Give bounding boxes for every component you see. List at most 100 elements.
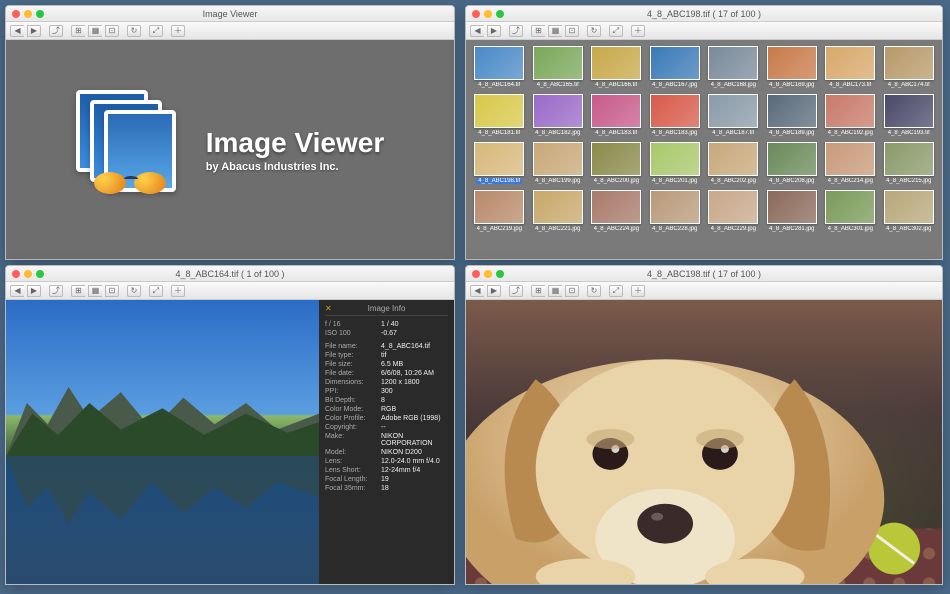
thumbnail-label: 4_8_ABC173.tif: [829, 82, 871, 88]
toolbar-button[interactable]: ▦: [548, 285, 562, 297]
thumbnail[interactable]: 4_8_ABC165.tif: [531, 46, 586, 88]
info-row: Lens:12.0-24.0 mm f/4.0: [325, 457, 448, 466]
thumbnail[interactable]: 4_8_ABC281.jpg: [765, 190, 820, 232]
toolbar-button[interactable]: ◀: [10, 285, 24, 297]
minimize-icon[interactable]: [24, 270, 32, 278]
toolbar-button[interactable]: ↻: [587, 285, 601, 297]
toolbar-button[interactable]: ⊡: [105, 285, 119, 297]
thumbnail[interactable]: 4_8_ABC169.jpg: [765, 46, 820, 88]
toolbar-button[interactable]: ▦: [88, 285, 102, 297]
thumbnail[interactable]: 4_8_ABC167.jpg: [648, 46, 703, 88]
thumbnail[interactable]: 4_8_ABC168.jpg: [706, 46, 761, 88]
thumbnail[interactable]: 4_8_ABC182.jpg: [531, 94, 586, 136]
minimize-icon[interactable]: [484, 10, 492, 18]
toolbar-button[interactable]: ▦: [88, 25, 102, 37]
toolbar-button[interactable]: ↻: [127, 285, 141, 297]
thumbnail[interactable]: 4_8_ABC164.tif: [472, 46, 527, 88]
toolbar-button[interactable]: ▶: [487, 285, 501, 297]
thumbnail-image: [591, 142, 641, 176]
info-row: Focal 35mm:18: [325, 484, 448, 493]
titlebar[interactable]: 4_8_ABC198.tif ( 17 of 100 ): [466, 266, 942, 282]
thumbnail[interactable]: 4_8_ABC201.jpg: [648, 142, 703, 184]
toolbar-button[interactable]: ⤢: [609, 25, 623, 37]
thumbnail[interactable]: 4_8_ABC215.jpg: [882, 142, 937, 184]
toolbar-button[interactable]: ▶: [487, 25, 501, 37]
toolbar-button[interactable]: ＋: [631, 285, 645, 297]
thumbnail[interactable]: 4_8_ABC181.tif: [472, 94, 527, 136]
toolbar-button[interactable]: ▶: [27, 285, 41, 297]
toolbar-button[interactable]: ▦: [548, 25, 562, 37]
thumbnail[interactable]: 4_8_ABC192.jpg: [823, 94, 878, 136]
thumbnail[interactable]: 4_8_ABC224.jpg: [589, 190, 644, 232]
close-icon[interactable]: [472, 10, 480, 18]
info-close-icon[interactable]: ✕: [325, 304, 332, 313]
thumbnail[interactable]: 4_8_ABC301.jpg: [823, 190, 878, 232]
thumbnail[interactable]: 4_8_ABC208.jpg: [765, 142, 820, 184]
toolbar-button[interactable]: ◀: [470, 285, 484, 297]
thumbnail-image: [884, 190, 934, 224]
minimize-icon[interactable]: [484, 270, 492, 278]
toolbar-button[interactable]: ⤢: [149, 25, 163, 37]
thumbnail[interactable]: 4_8_ABC189.jpg: [765, 94, 820, 136]
titlebar[interactable]: 4_8_ABC164.tif ( 1 of 100 ): [6, 266, 454, 282]
thumbnail[interactable]: 4_8_ABC229.jpg: [706, 190, 761, 232]
image-viewport[interactable]: [6, 300, 319, 584]
info-key: Make:: [325, 433, 381, 447]
thumbnail[interactable]: 4_8_ABC200.jpg: [589, 142, 644, 184]
thumbnail[interactable]: 4_8_ABC174.tif: [882, 46, 937, 88]
close-icon[interactable]: [12, 10, 20, 18]
toolbar-button[interactable]: ＋: [171, 25, 185, 37]
toolbar-button[interactable]: ⊞: [71, 25, 85, 37]
close-icon[interactable]: [472, 270, 480, 278]
zoom-icon[interactable]: [36, 10, 44, 18]
zoom-icon[interactable]: [496, 270, 504, 278]
toolbar-button[interactable]: ⤴: [49, 285, 63, 297]
toolbar-button[interactable]: ⊞: [531, 25, 545, 37]
minimize-icon[interactable]: [24, 10, 32, 18]
thumbnail[interactable]: 4_8_ABC183.jpg: [648, 94, 703, 136]
thumbnail[interactable]: 4_8_ABC202.jpg: [706, 142, 761, 184]
thumbnail[interactable]: 4_8_ABC187.tif: [706, 94, 761, 136]
toolbar-button[interactable]: ⊡: [565, 25, 579, 37]
toolbar-button[interactable]: ＋: [631, 25, 645, 37]
thumbnail-label: 4_8_ABC202.jpg: [711, 178, 756, 184]
thumbnail-label: 4_8_ABC228.jpg: [652, 226, 697, 232]
thumbnail[interactable]: 4_8_ABC214.jpg: [823, 142, 878, 184]
close-icon[interactable]: [12, 270, 20, 278]
info-key: Color Profile:: [325, 415, 381, 422]
titlebar[interactable]: Image Viewer: [6, 6, 454, 22]
zoom-icon[interactable]: [36, 270, 44, 278]
toolbar-button[interactable]: ⊡: [105, 25, 119, 37]
thumbnail[interactable]: 4_8_ABC183.tif: [589, 94, 644, 136]
toolbar-button[interactable]: ⤴: [509, 285, 523, 297]
thumbnail[interactable]: 4_8_ABC228.jpg: [648, 190, 703, 232]
thumbnail[interactable]: 4_8_ABC193.tif: [882, 94, 937, 136]
toolbar-button[interactable]: ↻: [127, 25, 141, 37]
toolbar-button[interactable]: ⊡: [565, 285, 579, 297]
thumbnail[interactable]: 4_8_ABC198.tif: [472, 142, 527, 184]
thumbnail-label: 4_8_ABC214.jpg: [828, 178, 873, 184]
thumbnail[interactable]: 4_8_ABC166.tif: [589, 46, 644, 88]
toolbar-button[interactable]: ⤢: [149, 285, 163, 297]
toolbar-button[interactable]: ◀: [470, 25, 484, 37]
thumbnail-image: [474, 142, 524, 176]
image-viewport[interactable]: [466, 300, 942, 584]
toolbar-button[interactable]: ▶: [27, 25, 41, 37]
zoom-icon[interactable]: [496, 10, 504, 18]
thumbnail[interactable]: 4_8_ABC221.jpg: [531, 190, 586, 232]
toolbar-button[interactable]: ⊞: [71, 285, 85, 297]
toolbar: ◀▶ ⤴ ⊞▦⊡ ↻ ⤢ ＋: [466, 282, 942, 300]
toolbar: ◀▶ ⤴ ⊞▦⊡ ↻ ⤢ ＋: [6, 22, 454, 40]
toolbar-button[interactable]: ◀: [10, 25, 24, 37]
toolbar-button[interactable]: ⤴: [49, 25, 63, 37]
titlebar[interactable]: 4_8_ABC198.tif ( 17 of 100 ): [466, 6, 942, 22]
thumbnail[interactable]: 4_8_ABC173.tif: [823, 46, 878, 88]
thumbnail[interactable]: 4_8_ABC199.jpg: [531, 142, 586, 184]
toolbar-button[interactable]: ＋: [171, 285, 185, 297]
thumbnail[interactable]: 4_8_ABC302.jpg: [882, 190, 937, 232]
thumbnail[interactable]: 4_8_ABC219.jpg: [472, 190, 527, 232]
toolbar-button[interactable]: ⤴: [509, 25, 523, 37]
toolbar-button[interactable]: ⤢: [609, 285, 623, 297]
toolbar-button[interactable]: ↻: [587, 25, 601, 37]
toolbar-button[interactable]: ⊞: [531, 285, 545, 297]
